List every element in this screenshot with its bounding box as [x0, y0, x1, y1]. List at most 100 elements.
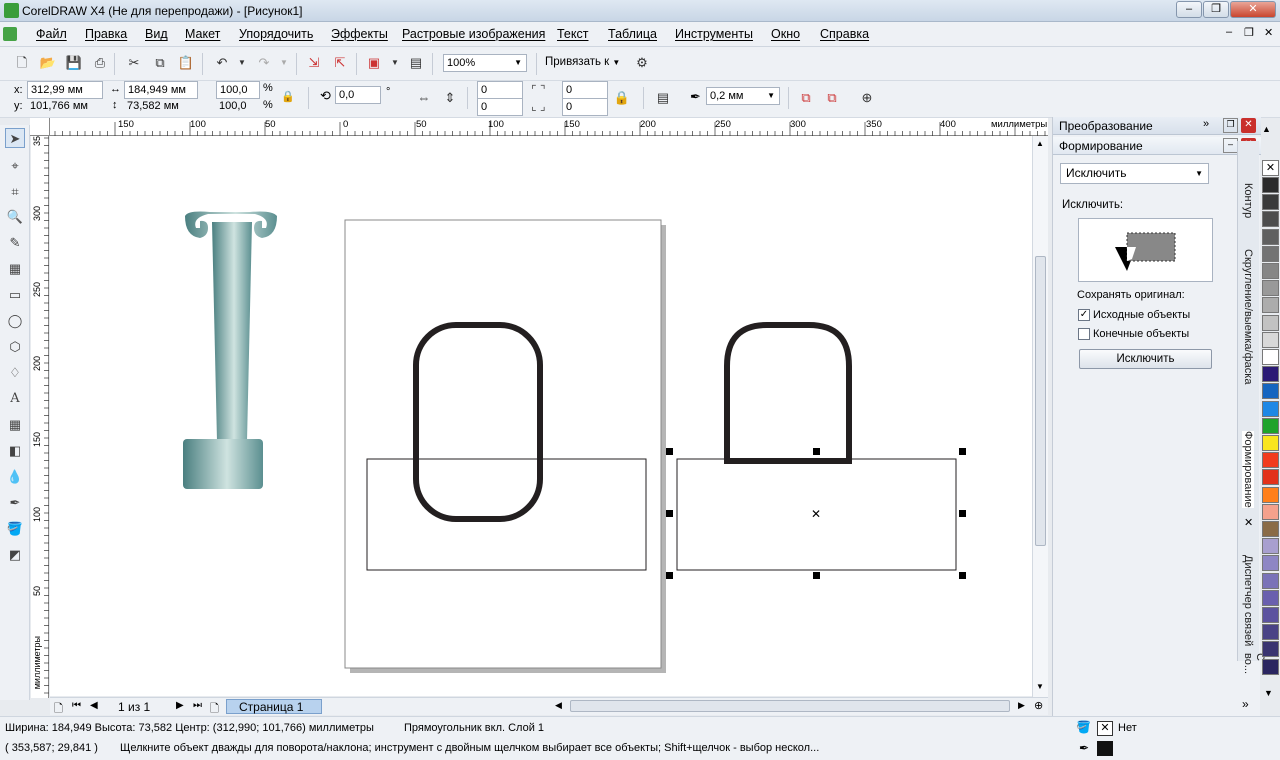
handle-top-left[interactable] — [666, 448, 673, 455]
menu-table[interactable]: Таблица — [608, 27, 657, 41]
table-tool-icon[interactable]: ▦ — [5, 415, 25, 435]
color-swatch[interactable] — [1262, 452, 1279, 469]
docker-header-transform[interactable]: Преобразование » ❐ ✕ — [1053, 117, 1261, 135]
x-position-field[interactable]: 312,99 мм — [27, 81, 103, 99]
close-icon[interactable]: ✕ — [1241, 118, 1256, 133]
undo-dropdown-icon[interactable]: ▼ — [232, 53, 252, 73]
color-swatch[interactable] — [1262, 538, 1279, 555]
menu-window[interactable]: Окно — [771, 27, 800, 41]
navigator-icon[interactable]: ⊕ — [1034, 699, 1043, 712]
scroll-right-icon[interactable]: ▶ — [1018, 700, 1025, 711]
next-page-icon[interactable]: ▶ — [176, 700, 184, 711]
save-icon[interactable]: 💾 — [64, 53, 84, 73]
vertical-scrollbar[interactable]: ▲ ▼ — [1032, 136, 1048, 698]
ellipse-tool-icon[interactable]: ◯ — [5, 311, 25, 331]
mirror-horizontal-icon[interactable]: ⇔ — [414, 88, 434, 108]
first-page-icon[interactable]: ⏮ — [72, 700, 81, 711]
color-swatch[interactable] — [1262, 435, 1279, 451]
menu-text[interactable]: Текст — [557, 27, 588, 41]
target-objects-checkbox[interactable] — [1078, 328, 1090, 340]
fill-tool-icon[interactable]: 🪣 — [5, 519, 25, 539]
paste-icon[interactable]: 📋 — [176, 53, 196, 73]
color-swatch[interactable] — [1262, 486, 1279, 503]
color-swatch[interactable] — [1262, 400, 1279, 417]
drawing-canvas[interactable]: ✕ — [50, 136, 1032, 696]
basic-shapes-tool-icon[interactable]: ♢ — [5, 363, 25, 383]
cut-icon[interactable]: ✂ — [124, 53, 144, 73]
welcome-screen-icon[interactable]: ▤ — [406, 53, 426, 73]
tab-link-manager[interactable]: Диспетчер связей — [1242, 555, 1254, 646]
menu-file[interactable]: Файл — [36, 27, 67, 41]
menu-help[interactable]: Справка — [820, 27, 869, 41]
source-objects-checkbox[interactable]: ✓ — [1078, 309, 1090, 321]
scroll-left-icon[interactable]: ◀ — [555, 700, 562, 711]
width-field[interactable]: 184,949 мм — [124, 81, 198, 99]
launcher-dropdown-icon[interactable]: ▼ — [385, 53, 405, 73]
color-swatch[interactable] — [1262, 297, 1279, 314]
ruler-origin[interactable] — [31, 118, 50, 136]
menu-layout[interactable]: Макет — [185, 27, 220, 41]
menu-bitmaps[interactable]: Растровые изображения — [402, 27, 545, 41]
close-button[interactable]: ✕ — [1230, 1, 1276, 18]
color-swatch[interactable] — [1262, 280, 1279, 297]
handle-right[interactable] — [959, 510, 966, 517]
to-front-icon[interactable]: ⧉ — [796, 88, 816, 108]
color-swatch[interactable] — [1262, 607, 1279, 623]
import-icon[interactable]: ⇲ — [304, 53, 324, 73]
ionic-column-object[interactable] — [183, 211, 277, 490]
minimize-icon[interactable]: – — [1223, 138, 1238, 153]
color-swatch[interactable] — [1262, 177, 1279, 193]
zoom-tool-icon[interactable]: 🔍 — [5, 207, 25, 227]
color-swatch[interactable] — [1262, 572, 1279, 589]
scale-x-field[interactable]: 100,0 — [216, 81, 260, 99]
wrap-text-icon[interactable]: ▤ — [653, 88, 673, 108]
convert-to-curves-icon[interactable]: ⊕ — [857, 88, 877, 108]
scroll-up-icon[interactable]: ▲ — [1036, 139, 1044, 148]
handle-bottom-right[interactable] — [959, 572, 966, 579]
y-position-field[interactable]: 101,766 мм — [27, 98, 103, 116]
corner-bottom-right-field[interactable]: 0 — [562, 98, 608, 116]
color-swatch[interactable] — [1262, 263, 1279, 279]
menu-effects[interactable]: Эффекты — [331, 27, 388, 41]
handle-bottom-left[interactable] — [666, 572, 673, 579]
palette-scroll-down-icon[interactable]: ▼ — [1264, 688, 1273, 698]
handle-top-right[interactable] — [959, 448, 966, 455]
outline-width-select[interactable]: 0,2 мм ▼ — [706, 87, 780, 105]
color-swatch[interactable] — [1262, 314, 1279, 331]
document-icon[interactable] — [3, 27, 17, 41]
lock-ratio-icon[interactable]: 🔒 — [278, 87, 298, 107]
eyedropper-tool-icon[interactable]: 💧 — [5, 467, 25, 487]
minimize-button[interactable]: – — [1176, 1, 1202, 18]
palette-scroll-up-icon[interactable]: ▲ — [1262, 124, 1271, 134]
outline-color-swatch[interactable] — [1097, 741, 1113, 756]
to-back-icon[interactable]: ⧉ — [822, 88, 842, 108]
horizontal-ruler[interactable]: 150 100 50 0 50 100 150 200 250 300 350 … — [30, 118, 1048, 136]
polygon-tool-icon[interactable]: ⬡ — [5, 337, 25, 357]
redo-dropdown-icon[interactable]: ▼ — [274, 53, 294, 73]
handle-top[interactable] — [813, 448, 820, 455]
corner-bottom-left-field[interactable]: 0 — [477, 98, 523, 116]
color-swatch[interactable] — [1262, 641, 1279, 658]
freehand-tool-icon[interactable]: ✎ — [5, 233, 25, 253]
menu-arrange[interactable]: Упорядочить — [239, 27, 313, 41]
shape-tool-icon[interactable]: ⌖ — [5, 156, 25, 176]
zoom-level-select[interactable]: 100% ▼ — [443, 54, 527, 72]
color-swatch[interactable] — [1262, 469, 1279, 486]
interactive-fill-tool-icon[interactable]: ◩ — [5, 545, 25, 565]
restore-icon[interactable]: ❐ — [1223, 118, 1238, 133]
doc-restore-icon[interactable]: ❐ — [1244, 26, 1254, 39]
maximize-button[interactable]: ❐ — [1203, 1, 1229, 18]
corner-top-left-field[interactable]: 0 — [477, 81, 523, 99]
center-marker-icon[interactable]: ✕ — [811, 507, 821, 521]
rotation-angle-field[interactable]: 0,0 — [335, 86, 381, 104]
undo-icon[interactable]: ↶ — [212, 53, 232, 73]
close-tab-icon[interactable]: ✕ — [1244, 516, 1253, 529]
height-field[interactable]: 73,582 мм — [124, 98, 198, 116]
prev-page-icon[interactable]: ◀ — [90, 700, 98, 711]
color-swatch[interactable] — [1262, 417, 1279, 434]
color-swatch[interactable] — [1262, 228, 1279, 245]
color-swatch[interactable] — [1262, 331, 1279, 348]
smart-fill-tool-icon[interactable]: ▦ — [5, 259, 25, 279]
round-corners-lock-icon[interactable]: 🔒 — [612, 88, 632, 108]
color-swatch[interactable] — [1262, 349, 1279, 365]
